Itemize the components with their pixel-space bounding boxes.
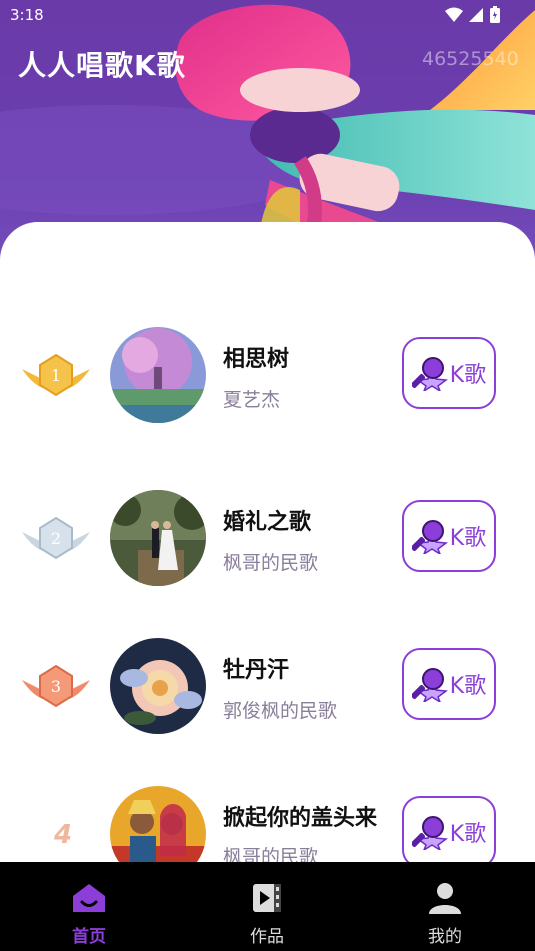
microphone-icon bbox=[411, 357, 448, 391]
song-artist: 枫哥的民歌 bbox=[223, 552, 319, 574]
nav-works-label: 作品 bbox=[250, 927, 284, 947]
song-title: 相思树 bbox=[223, 347, 290, 372]
song-cover bbox=[110, 327, 206, 423]
video-icon bbox=[253, 884, 281, 912]
wifi-icon bbox=[445, 7, 463, 22]
profile-icon bbox=[429, 883, 461, 914]
song-cover bbox=[110, 490, 206, 586]
karaoke-button[interactable]: K歌 bbox=[402, 648, 496, 720]
microphone-icon bbox=[411, 520, 448, 554]
cover-image bbox=[110, 638, 206, 734]
song-title: 婚礼之歌 bbox=[223, 510, 312, 535]
rank-number: 4 bbox=[53, 820, 73, 850]
cover-image bbox=[110, 490, 206, 586]
status-time: 3:18 bbox=[10, 6, 44, 24]
battery-icon bbox=[490, 6, 500, 23]
karaoke-button[interactable]: K歌 bbox=[402, 500, 496, 572]
bronze-medal-icon: 3 bbox=[22, 664, 90, 708]
karaoke-label: K歌 bbox=[449, 526, 487, 551]
silver-medal-icon: 2 bbox=[22, 516, 90, 560]
microphone-icon bbox=[411, 668, 448, 702]
song-cover bbox=[110, 638, 206, 734]
karaoke-label: K歌 bbox=[449, 363, 487, 388]
song-row[interactable]: 1 相思树 夏艺杰 K歌 bbox=[0, 325, 535, 425]
karaoke-label: K歌 bbox=[449, 674, 487, 699]
svg-text:3: 3 bbox=[51, 677, 61, 696]
gold-medal-icon: 1 bbox=[22, 353, 90, 397]
song-artist: 夏艺杰 bbox=[223, 389, 281, 411]
song-row[interactable]: 3 牡丹汗 郭俊枫的民歌 K歌 bbox=[0, 636, 535, 736]
svg-text:1: 1 bbox=[51, 366, 61, 385]
home-icon bbox=[73, 884, 105, 912]
microphone-icon bbox=[411, 816, 448, 850]
song-title: 牡丹汗 bbox=[223, 658, 290, 683]
song-artist: 郭俊枫的民歌 bbox=[223, 700, 338, 722]
status-bar: 3:18 bbox=[0, 0, 535, 30]
signal-icon bbox=[469, 8, 483, 22]
karaoke-button[interactable]: K歌 bbox=[402, 796, 496, 868]
cover-image bbox=[110, 327, 206, 423]
song-row[interactable]: 2 婚礼之歌 枫哥的民歌 K歌 bbox=[0, 488, 535, 588]
status-icons bbox=[445, 6, 501, 24]
nav-profile[interactable]: 我的 bbox=[385, 862, 505, 951]
svg-text:2: 2 bbox=[51, 529, 61, 548]
nav-home-label: 首页 bbox=[72, 927, 106, 947]
nav-works[interactable]: 作品 bbox=[207, 862, 327, 951]
karaoke-label: K歌 bbox=[449, 822, 487, 847]
bottom-nav: 首页 作品 我的 bbox=[0, 862, 535, 951]
app-title: 人人唱歌K歌 bbox=[18, 49, 186, 82]
nav-profile-label: 我的 bbox=[428, 927, 462, 947]
karaoke-button[interactable]: K歌 bbox=[402, 337, 496, 409]
user-id: 46525540 bbox=[422, 48, 519, 70]
nav-home[interactable]: 首页 bbox=[29, 862, 149, 951]
song-title: 掀起你的盖头来 bbox=[223, 806, 378, 831]
